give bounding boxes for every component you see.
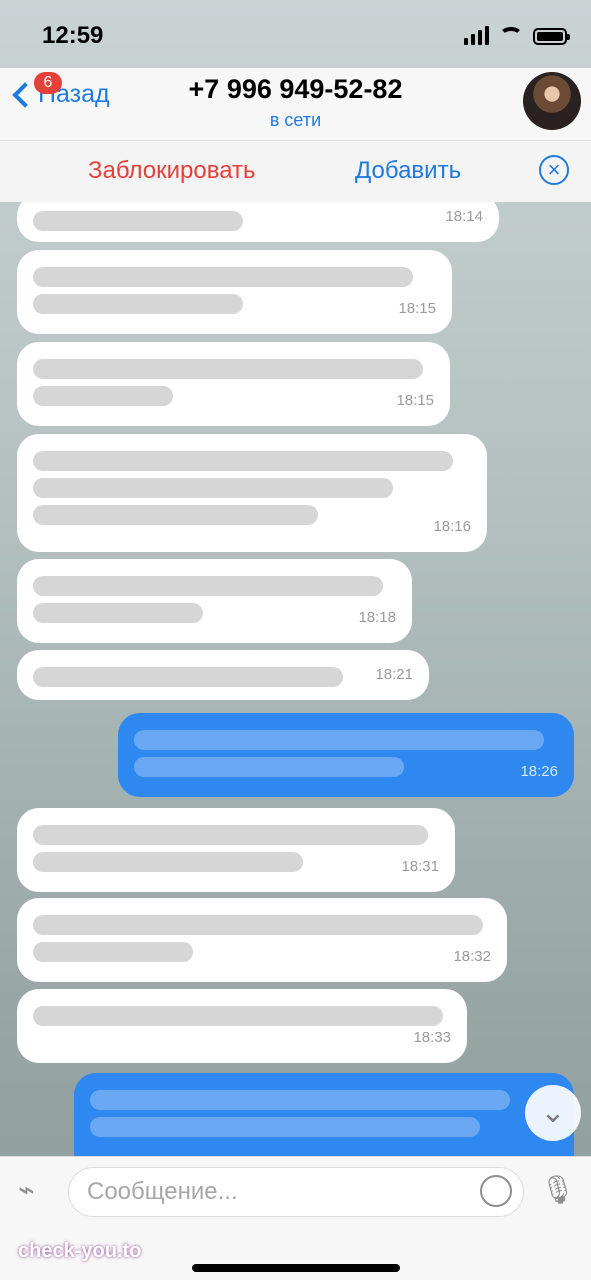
battery-icon	[533, 28, 570, 45]
message-time: 18:26	[520, 763, 558, 780]
contact-action-bar: Заблокировать Добавить ×	[0, 140, 591, 202]
close-icon[interactable]: ×	[539, 155, 569, 185]
message-bubble: 18:32	[17, 898, 507, 982]
scroll-down-button[interactable]: ⌄	[525, 1085, 581, 1141]
status-time: 12:59	[42, 22, 104, 49]
microphone-icon[interactable]: 🎙	[540, 1173, 576, 1206]
online-status: в сети	[269, 110, 322, 130]
message-bubble: 18:15	[17, 342, 450, 426]
chat-title[interactable]: +7 996 949-52-82	[0, 74, 591, 105]
message-time: 18:15	[396, 392, 434, 409]
paperclip-icon[interactable]: ⌁	[18, 1173, 52, 1207]
message-bubble: 18:33	[17, 989, 467, 1063]
message-bubble-outgoing: 18:26	[118, 713, 574, 797]
home-indicator	[192, 1264, 400, 1272]
message-time: 18:33	[413, 1029, 451, 1046]
message-bubble: 18:21	[17, 650, 429, 700]
status-bar: 12:59	[0, 0, 591, 68]
chat-header: Назад 6 +7 996 949-52-82 в сети	[0, 68, 591, 140]
system-icons	[464, 26, 570, 45]
message-time: 18:14	[445, 208, 483, 225]
avatar[interactable]	[523, 72, 581, 130]
wifi-icon	[499, 27, 523, 45]
signal-icon	[464, 26, 489, 45]
message-list[interactable]: 18:14 18:15 18:15 18:16 18:18 18:21 18:2…	[0, 202, 591, 1156]
message-input[interactable]	[68, 1167, 524, 1217]
message-bubble: 18:18	[17, 559, 412, 643]
add-contact-button[interactable]: Добавить	[355, 157, 461, 185]
message-bubble: 18:14	[17, 202, 499, 242]
message-time: 18:16	[433, 518, 471, 535]
message-time: 18:31	[401, 858, 439, 875]
watermark: check-you.to	[18, 1240, 142, 1262]
message-time: 18:18	[358, 609, 396, 626]
message-time: 18:21	[375, 666, 413, 683]
message-bubble: 18:15	[17, 250, 452, 334]
message-time: 18:32	[453, 948, 491, 965]
block-button[interactable]: Заблокировать	[88, 157, 256, 185]
sticker-icon[interactable]	[480, 1175, 512, 1207]
message-time: 18:15	[398, 300, 436, 317]
message-bubble-outgoing	[74, 1073, 574, 1156]
message-bubble: 18:31	[17, 808, 455, 892]
message-bubble: 18:16	[17, 434, 487, 552]
